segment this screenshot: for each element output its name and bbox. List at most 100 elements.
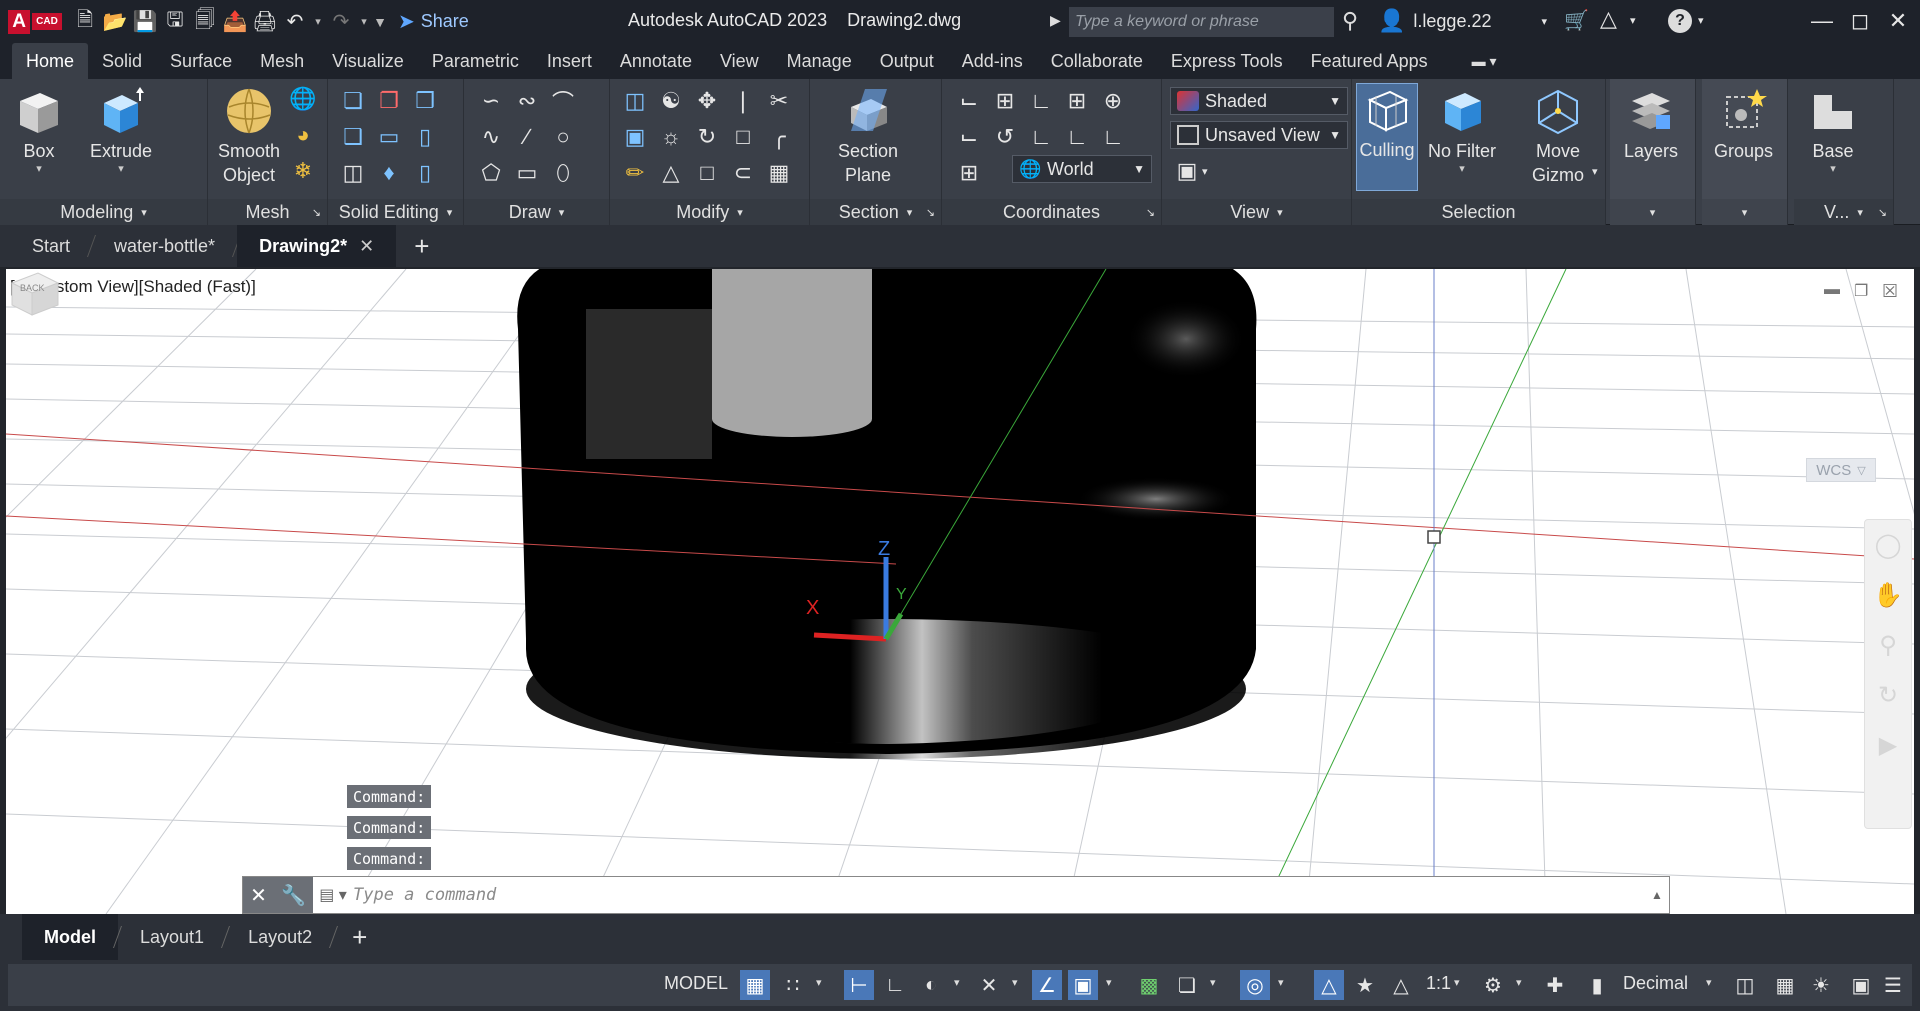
clean-screen-icon[interactable]: ▣ xyxy=(1846,970,1876,1000)
command-customize-icon[interactable]: 🔧 xyxy=(281,883,306,908)
3d-model-cap[interactable] xyxy=(517,269,1257,759)
app-menu-button[interactable]: A CAD xyxy=(0,0,70,43)
isometric-drafting-icon[interactable]: ✕ xyxy=(974,970,1004,1000)
autodesk-account-icon[interactable]: △ xyxy=(1600,6,1617,32)
object-snap-icon[interactable]: ▣ xyxy=(1068,970,1098,1000)
no-filter-button[interactable]: No Filter ▾ xyxy=(1428,85,1496,175)
tab-surface[interactable]: Surface xyxy=(156,43,246,79)
quick-properties-icon[interactable]: ◫ xyxy=(1730,970,1760,1000)
viewport-restore-icon[interactable]: ❐ xyxy=(1854,281,1868,301)
viewport-close-icon[interactable]: ☒ xyxy=(1882,281,1898,302)
groups-button[interactable]: Groups xyxy=(1714,85,1773,163)
tab-solid[interactable]: Solid xyxy=(88,43,156,79)
panel-base-view-title[interactable]: V... ▾ ↘ xyxy=(1794,199,1893,225)
tab-output[interactable]: Output xyxy=(866,43,948,79)
3d-object-snap-icon[interactable]: ▩ xyxy=(1134,970,1164,1000)
plot-icon[interactable]: 🖨 xyxy=(250,7,280,37)
panel-draw-title[interactable]: Draw ▾ xyxy=(464,199,609,225)
isolate-objects-icon[interactable]: ☀ xyxy=(1806,970,1836,1000)
panel-modify-title[interactable]: Modify ▾ xyxy=(610,199,809,225)
ellipse-icon[interactable]: ⬯ xyxy=(548,159,578,187)
isometric-dropdown-icon[interactable]: ▾ xyxy=(1012,976,1018,989)
separate-icon[interactable]: ▯ xyxy=(410,159,440,187)
new-layout-button[interactable]: + xyxy=(334,922,385,953)
panel-base-view-launcher-icon[interactable]: ↘ xyxy=(1878,206,1887,219)
drawing-viewport[interactable]: X Z Y [−][Custom View][Shaded (Fast)] ▬ … xyxy=(6,269,1914,914)
box-button[interactable]: Box ▾ xyxy=(14,85,64,175)
thicken-icon[interactable]: ▯ xyxy=(410,123,440,151)
ucs-world-select[interactable]: 🌐 World ▼ xyxy=(1012,155,1152,183)
tab-insert[interactable]: Insert xyxy=(533,43,606,79)
stretch-icon[interactable]: □ xyxy=(728,123,758,151)
maximize-window-icon[interactable]: ◻ xyxy=(1840,4,1880,38)
selection-cycling-dropdown-icon[interactable]: ▾ xyxy=(1210,976,1216,989)
scale-dropdown-icon[interactable]: ▾ xyxy=(1454,976,1460,989)
3d-move-icon[interactable]: ☯ xyxy=(656,87,686,115)
ortho-mode-icon[interactable]: ∟ xyxy=(880,970,910,1000)
ucs-view-icon[interactable]: ⊞ xyxy=(1062,87,1092,115)
close-tab-icon[interactable]: ✕ xyxy=(359,236,374,257)
3d-rotate-icon[interactable]: ☼ xyxy=(656,123,686,151)
erase-icon[interactable]: ✏ xyxy=(620,159,650,187)
orbit-icon[interactable]: ↻ xyxy=(1865,670,1911,720)
union-icon[interactable]: ❏ xyxy=(338,87,368,115)
slice-icon[interactable]: ▭ xyxy=(374,123,404,151)
close-window-icon[interactable]: ✕ xyxy=(1878,4,1918,38)
annotation-scale-icon[interactable]: △ xyxy=(1386,970,1416,1000)
3d-scale-icon[interactable]: △ xyxy=(656,159,686,187)
viewport-config-dropdown-icon[interactable]: ▾ xyxy=(1202,165,1208,178)
ucs-named-icon[interactable]: ⊞ xyxy=(990,87,1020,115)
search-icon[interactable]: ⚲ xyxy=(1342,8,1358,34)
polar-dropdown-icon[interactable]: ▾ xyxy=(954,976,960,989)
panel-mesh-launcher-icon[interactable]: ↘ xyxy=(312,206,321,219)
save-icon[interactable]: 💾 xyxy=(130,7,160,37)
tab-view[interactable]: View xyxy=(706,43,773,79)
tab-manage[interactable]: Manage xyxy=(773,43,866,79)
move-gizmo-button[interactable]: Move Gizmo xyxy=(1532,85,1584,187)
ucs-object-icon[interactable]: ⊕ xyxy=(1098,87,1128,115)
grid-toggle-icon[interactable]: ▦ xyxy=(740,970,770,1000)
undo-dropdown-icon[interactable]: ▾ xyxy=(310,15,326,28)
smooth-object-button[interactable]: Smooth Object xyxy=(218,85,280,187)
help-icon[interactable]: ? xyxy=(1668,9,1692,33)
polar-tracking-icon[interactable]: ◐ xyxy=(916,970,946,1000)
search-expand-icon[interactable]: ▶ xyxy=(1050,12,1061,29)
scale-icon[interactable]: □ xyxy=(692,159,722,187)
save-web-icon[interactable]: 📤 xyxy=(220,7,250,37)
layout-tab-layout1[interactable]: Layout1 xyxy=(118,914,226,960)
circle-icon[interactable]: ○ xyxy=(548,123,578,151)
open-folder-icon[interactable]: 📂 xyxy=(100,7,130,37)
layers-button[interactable]: Layers xyxy=(1624,85,1678,163)
panel-coordinates-title[interactable]: Coordinates ↘ xyxy=(942,199,1161,225)
save-as-icon[interactable]: 🖫 xyxy=(160,7,190,37)
units-value[interactable]: Decimal xyxy=(1623,973,1688,994)
file-tab-drawing2[interactable]: Drawing2* ✕ xyxy=(237,225,397,267)
tab-collaborate[interactable]: Collaborate xyxy=(1037,43,1157,79)
snap-dropdown-icon[interactable]: ▾ xyxy=(816,976,822,989)
smooth-more-icon[interactable]: 🌐 xyxy=(288,85,318,113)
annotation-scale-value[interactable]: 1:1 xyxy=(1426,973,1451,994)
customize-qat-icon[interactable]: ▼ xyxy=(372,14,388,30)
undo-icon[interactable]: ↶ xyxy=(280,7,310,37)
command-prompt-icon[interactable]: ▤ ▾ xyxy=(313,885,353,905)
interfere-icon[interactable]: ❒ xyxy=(410,87,440,115)
spline-icon[interactable]: ∿ xyxy=(476,123,506,151)
command-history-toggle-icon[interactable]: ▲ xyxy=(1645,888,1669,902)
object-snap-dropdown-icon[interactable]: ▾ xyxy=(1106,976,1112,989)
ribbon-minimize-icon[interactable]: ▬ ▾ xyxy=(1472,53,1497,70)
layout-tab-model[interactable]: Model xyxy=(22,914,118,960)
viewport-minimize-icon[interactable]: ▬ xyxy=(1824,281,1840,299)
object-snap-tracking-icon[interactable]: ∠ xyxy=(1032,970,1062,1000)
move-icon[interactable]: ✥ xyxy=(692,87,722,115)
tab-visualize[interactable]: Visualize xyxy=(318,43,418,79)
line-icon[interactable]: ∕ xyxy=(512,123,542,151)
file-tab-start[interactable]: Start xyxy=(10,225,92,267)
zoom-icon[interactable]: ⚲ xyxy=(1865,620,1911,670)
file-tab-water-bottle[interactable]: water-bottle* xyxy=(92,225,237,267)
base-view-button[interactable]: Base ▾ xyxy=(1808,85,1858,175)
tab-annotate[interactable]: Annotate xyxy=(606,43,706,79)
panel-mesh-title[interactable]: Mesh ↘ xyxy=(208,199,327,225)
customization-menu-icon[interactable]: ☰ xyxy=(1878,970,1908,1000)
autodesk-dropdown-icon[interactable]: ▾ xyxy=(1630,14,1636,27)
dynamic-ucs-icon[interactable]: ⊢ xyxy=(844,970,874,1000)
